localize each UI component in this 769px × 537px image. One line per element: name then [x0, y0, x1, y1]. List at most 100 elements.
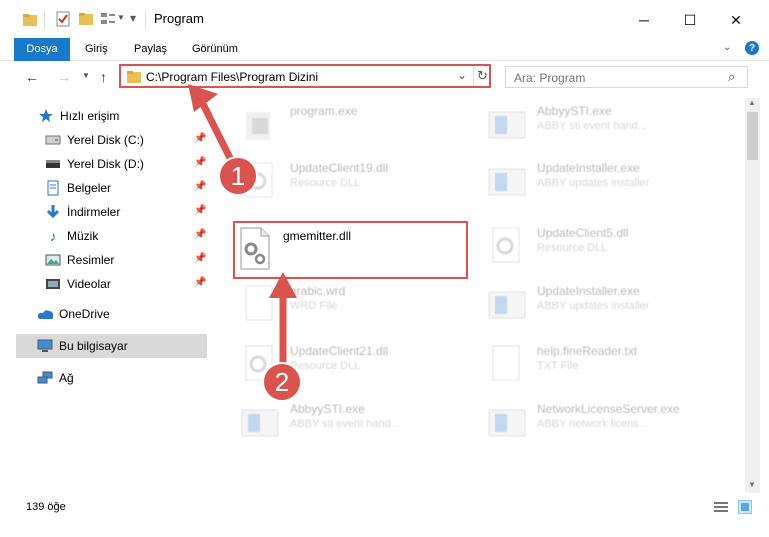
customize-toolbar-icon[interactable]: ▾	[130, 11, 136, 25]
sidebar-item-label: Ağ	[59, 371, 74, 385]
tab-share[interactable]: Paylaş	[134, 38, 167, 60]
file-name: UpdateClient19.dll	[290, 161, 389, 175]
refresh-icon[interactable]: ↻	[477, 68, 488, 84]
file-item[interactable]: AbbyySTI.exe ABBY sti event hand...	[240, 396, 480, 448]
file-item[interactable]: help.fineReader.txt TXT File	[487, 338, 727, 390]
application-icon	[241, 409, 279, 437]
drive-icon	[45, 132, 61, 148]
new-folder-icon[interactable]	[78, 11, 94, 27]
file-type: ABBY updates installer	[537, 300, 650, 312]
sidebar-item-label: Yerel Disk (D:)	[67, 157, 144, 171]
pictures-icon	[45, 252, 61, 268]
file-item[interactable]: UpdateInstaller.exe ABBY updates install…	[487, 155, 727, 207]
minimize-icon: ─	[639, 12, 649, 28]
view-icon[interactable]	[100, 11, 116, 27]
network-icon	[37, 370, 53, 386]
search-input[interactable]	[512, 70, 726, 86]
application-icon	[488, 168, 526, 196]
pin-icon: 📌	[194, 205, 207, 216]
txt-file-icon	[492, 345, 520, 381]
back-arrow-icon[interactable]: ←	[25, 69, 39, 85]
file-name: UpdateInstaller.exe	[537, 284, 640, 298]
quick-access-toolbar	[22, 11, 38, 29]
file-type: ABBY sti event hand...	[537, 120, 647, 132]
file-name: UpdateInstaller.exe	[537, 161, 640, 175]
pin-icon: 📌	[194, 253, 207, 264]
cloud-icon	[37, 306, 53, 322]
pin-icon: 📌	[194, 229, 207, 240]
window-bottom-edge	[0, 519, 769, 537]
pin-icon: 📌	[194, 277, 207, 288]
sidebar-item-label: Videolar	[67, 277, 111, 291]
sidebar-item-label: Resimler	[67, 253, 115, 267]
step-badge-1: 1	[218, 156, 258, 196]
folder-icon[interactable]	[22, 12, 38, 28]
file-name: AbbyySTI.exe	[290, 402, 365, 416]
item-count: 139 öğe	[26, 501, 66, 513]
sidebar-item-onedrive[interactable]: OneDrive	[37, 302, 207, 326]
download-icon	[45, 204, 61, 220]
minimize-button[interactable]: ─	[621, 6, 667, 34]
chevron-down-icon[interactable]: ▼	[117, 13, 125, 22]
sidebar-item-this-pc[interactable]: Bu bilgisayar	[16, 334, 207, 358]
sidebar-item-label: Hızlı erişim	[60, 109, 120, 123]
scroll-down-icon[interactable]: ▼	[748, 480, 756, 489]
file-item[interactable]: UpdateClient19.dll Resource DLL	[240, 155, 480, 207]
file-name: AbbyySTI.exe	[537, 104, 612, 118]
window-title: Program	[154, 11, 204, 26]
folder-icon	[127, 71, 141, 83]
step-badge-2: 2	[262, 362, 302, 402]
file-item[interactable]: program.exe	[240, 98, 480, 150]
documents-icon	[45, 180, 61, 196]
recent-locations-chevron-icon[interactable]: ▼	[82, 71, 90, 80]
file-item[interactable]: NetworkLicenseServer.exe ABBY network li…	[487, 396, 727, 448]
properties-icon[interactable]	[55, 11, 71, 27]
file-item[interactable]: UpdateInstaller.exe ABBY updates install…	[487, 278, 727, 330]
sidebar-item-pictures[interactable]: Resimler 📌	[45, 248, 207, 272]
tab-view[interactable]: Görünüm	[192, 38, 238, 60]
address-dropdown-chevron-icon[interactable]: ⌄	[457, 68, 467, 82]
maximize-icon: ☐	[683, 11, 697, 28]
up-arrow-icon[interactable]: ↑	[100, 69, 107, 85]
address-bar[interactable]: C:\Program Files\Program Dizini ⌄ ↻	[119, 64, 491, 88]
search-box[interactable]: ⌕	[505, 66, 748, 88]
maximize-button[interactable]: ☐	[667, 6, 713, 34]
file-name: gmemitter.dll	[283, 229, 352, 243]
file-name: program.exe	[290, 104, 358, 118]
sidebar-item-downloads[interactable]: İndirmeler 📌	[45, 200, 207, 224]
sidebar-item-label: Yerel Disk (C:)	[67, 133, 144, 147]
file-type: TXT File	[537, 360, 579, 372]
computer-icon	[37, 338, 53, 354]
dll-icon	[492, 227, 520, 263]
application-icon	[488, 409, 526, 437]
dll-gear-icon	[240, 227, 270, 270]
application-icon	[488, 111, 526, 139]
videos-icon	[45, 276, 61, 292]
expand-ribbon-icon[interactable]: ⌄	[723, 42, 731, 53]
sidebar-item-label: Bu bilgisayar	[59, 339, 128, 353]
star-icon	[38, 108, 54, 124]
sidebar-item-network[interactable]: Ağ	[37, 366, 207, 390]
tab-home[interactable]: Giriş	[85, 38, 108, 60]
search-icon[interactable]: ⌕	[728, 69, 735, 85]
file-item[interactable]: UpdateClient5.dll Resource DLL	[487, 220, 727, 272]
scroll-thumb[interactable]	[747, 112, 758, 160]
sidebar-item-videos[interactable]: Videolar 📌	[45, 272, 207, 296]
close-icon: ✕	[730, 11, 742, 28]
help-icon[interactable]: ?	[745, 41, 759, 55]
file-name: UpdateClient5.dll	[537, 226, 629, 240]
sidebar-item-music[interactable]: ♪ Müzik 📌	[45, 224, 207, 248]
ribbon: Dosya Giriş Paylaş Görünüm ⌄ ?	[0, 38, 769, 90]
sidebar-item-label: OneDrive	[59, 307, 110, 321]
sidebar-item-label: İndirmeler	[67, 205, 121, 219]
navigation-pane: Hızlı erişim Yerel Disk (C:) 📌 Yerel Dis…	[0, 98, 210, 493]
forward-arrow-icon[interactable]: →	[57, 69, 71, 85]
file-type: ABBY updates installer	[537, 177, 650, 189]
details-view-icon[interactable]	[714, 501, 728, 513]
music-icon: ♪	[49, 228, 57, 244]
file-item[interactable]: AbbyySTI.exe ABBY sti event hand...	[487, 98, 727, 150]
scroll-up-icon[interactable]: ▲	[748, 98, 756, 107]
sidebar-item-label: Belgeler	[67, 181, 112, 195]
large-icons-view-icon[interactable]	[738, 500, 752, 514]
close-button[interactable]: ✕	[713, 6, 759, 34]
